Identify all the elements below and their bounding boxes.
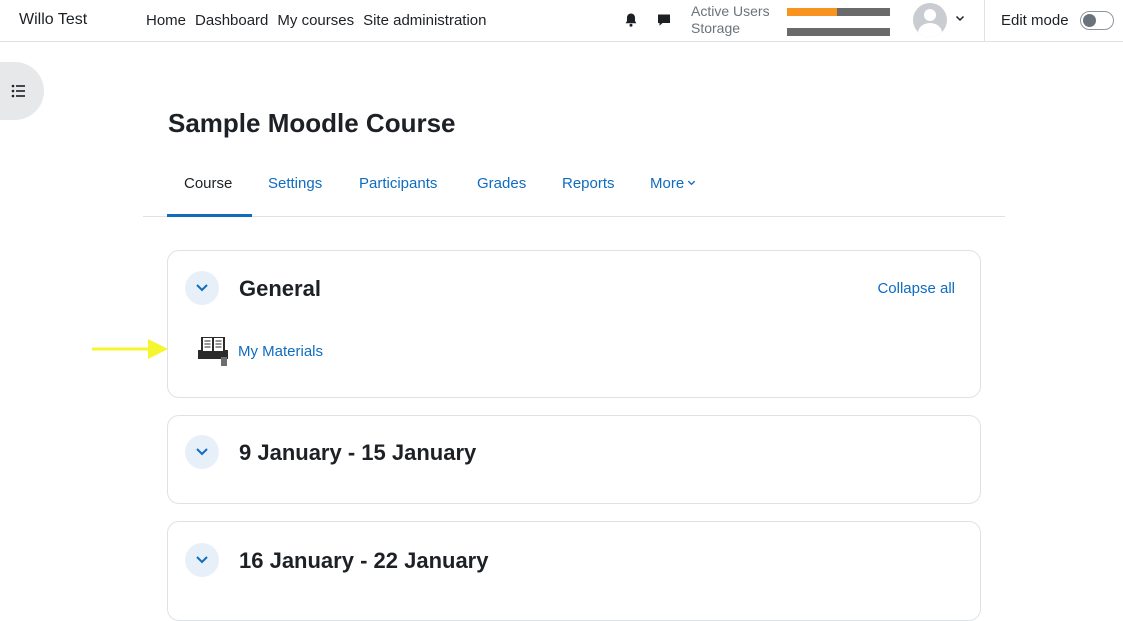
nav-link-my-courses[interactable]: My courses <box>277 12 354 29</box>
page-title: Sample Moodle Course <box>168 108 456 138</box>
active-users-bar-fill <box>787 8 838 16</box>
section-title[interactable]: General <box>239 276 321 302</box>
activity-link-my-materials[interactable]: My Materials <box>238 343 323 360</box>
bell-icon[interactable] <box>623 12 639 28</box>
tab-course[interactable]: Course <box>184 175 232 192</box>
collapse-all-link[interactable]: Collapse all <box>877 280 955 297</box>
chevron-down-icon <box>196 448 208 456</box>
active-users-bar <box>787 8 890 16</box>
annotation-arrow-icon <box>92 339 168 359</box>
course-section-week-2: 16 January - 22 January <box>167 521 981 621</box>
edit-mode-label: Edit mode <box>1001 12 1069 29</box>
chevron-down-icon <box>196 556 208 564</box>
tab-grades[interactable]: Grades <box>477 175 526 192</box>
top-navbar: Willo Test Home Dashboard My courses Sit… <box>0 0 1123 42</box>
navbar-divider <box>984 0 985 42</box>
tab-participants[interactable]: Participants <box>359 175 437 192</box>
secondary-navigation: Course Settings Participants Grades Repo… <box>143 168 1005 217</box>
tab-more[interactable]: More <box>650 175 696 192</box>
chevron-down-icon[interactable] <box>955 13 965 23</box>
nav-link-dashboard[interactable]: Dashboard <box>195 12 268 29</box>
course-section-general: General Collapse all My Materials <box>167 250 981 398</box>
book-activity-icon <box>198 337 228 366</box>
primary-navigation: Home Dashboard My courses Site administr… <box>146 12 496 29</box>
tab-settings[interactable]: Settings <box>268 175 322 192</box>
course-index-drawer-button[interactable] <box>0 62 44 120</box>
course-section-week-1: 9 January - 15 January <box>167 415 981 504</box>
active-users-label: Active Users <box>691 3 770 19</box>
section-title[interactable]: 9 January - 15 January <box>239 440 476 466</box>
avatar-body <box>918 23 942 37</box>
nav-link-home[interactable]: Home <box>146 12 186 29</box>
nav-link-site-administration[interactable]: Site administration <box>363 12 486 29</box>
toggle-knob <box>1083 14 1096 27</box>
site-brand[interactable]: Willo Test <box>19 11 87 29</box>
chevron-down-icon <box>196 284 208 292</box>
active-tab-indicator <box>167 214 252 217</box>
chat-icon[interactable] <box>656 12 672 28</box>
section-collapse-button[interactable] <box>185 271 219 305</box>
section-title[interactable]: 16 January - 22 January <box>239 548 488 574</box>
tab-more-label: More <box>650 175 685 192</box>
chevron-down-icon <box>688 180 696 186</box>
usage-indicator: Active Users Storage <box>691 3 770 37</box>
edit-mode-toggle[interactable] <box>1080 11 1114 30</box>
list-icon <box>11 84 25 98</box>
section-collapse-button[interactable] <box>185 435 219 469</box>
avatar-head <box>924 9 936 21</box>
section-collapse-button[interactable] <box>185 543 219 577</box>
user-avatar[interactable] <box>913 3 947 37</box>
tab-reports[interactable]: Reports <box>562 175 615 192</box>
storage-label: Storage <box>691 20 741 36</box>
storage-bar <box>787 28 890 36</box>
